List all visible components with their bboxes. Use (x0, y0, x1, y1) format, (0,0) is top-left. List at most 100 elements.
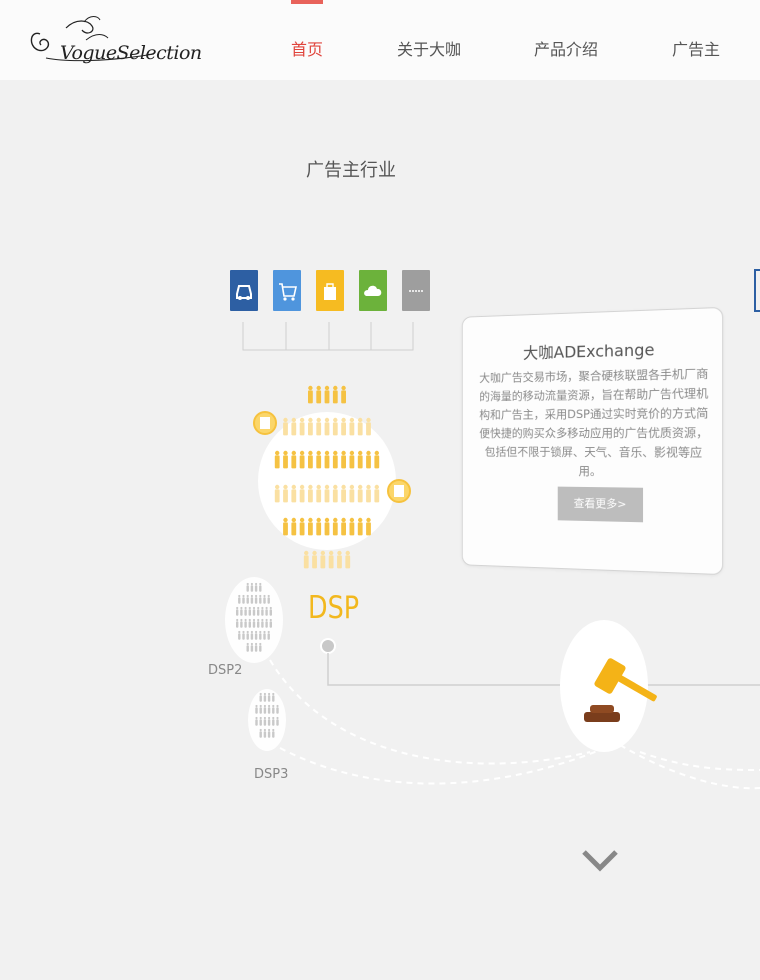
person-figure (260, 719, 262, 726)
person-figure (366, 489, 371, 502)
shopping-bag-icon[interactable] (316, 270, 344, 311)
person-figure (317, 518, 321, 522)
person-figure (247, 583, 249, 585)
person-figure (350, 489, 355, 502)
person-figure (240, 621, 242, 628)
person-figure (350, 455, 355, 468)
person-figure (272, 693, 274, 695)
person-figure (236, 619, 238, 621)
person-figure (358, 518, 362, 522)
person-figure (325, 451, 329, 455)
person-figure (260, 707, 262, 714)
person-figure (283, 489, 288, 502)
person-figure (238, 597, 240, 604)
person-figure (264, 695, 266, 702)
person-figure (255, 597, 257, 604)
person-figure (260, 729, 262, 731)
person-figure (260, 705, 262, 707)
person-figure (247, 597, 249, 604)
person-figure (272, 729, 274, 731)
person-figure (266, 619, 268, 621)
person-figure (350, 418, 354, 422)
person-figure (264, 707, 266, 714)
person-figure (268, 729, 270, 731)
person-figure (375, 485, 379, 489)
person-figure (259, 583, 261, 585)
person-figure (264, 705, 266, 707)
scroll-down-chevron-icon[interactable] (580, 846, 620, 876)
person-figure (253, 621, 255, 628)
person-figure (333, 451, 337, 455)
person-figure (263, 597, 265, 604)
person-figure (350, 451, 354, 455)
person-figure (240, 619, 242, 621)
person-figure (272, 705, 274, 707)
person-figure (257, 621, 259, 628)
person-figure (247, 633, 249, 640)
person-figure (300, 489, 305, 502)
person-figure (261, 619, 263, 621)
person-figure (238, 631, 240, 633)
person-figure (300, 422, 305, 435)
person-figure (341, 485, 345, 489)
person-figure (260, 717, 262, 719)
view-more-button[interactable]: 查看更多> (558, 487, 643, 523)
cloud-icon[interactable] (359, 270, 387, 311)
person-figure (247, 645, 249, 652)
person-figure (325, 455, 330, 468)
person-figure (275, 455, 280, 468)
person-figure (333, 489, 338, 502)
person-figure (240, 607, 242, 609)
person-figure (238, 633, 240, 640)
person-figure (308, 386, 312, 390)
person-figure (270, 607, 272, 609)
person-figure (316, 489, 321, 502)
person-figure (259, 645, 261, 652)
person-figure (249, 609, 251, 616)
ad-badge-icon (254, 412, 276, 434)
dsp-label: DSP (308, 590, 359, 626)
person-figure (333, 422, 338, 435)
person-figure (325, 485, 329, 489)
person-figure (275, 485, 279, 489)
person-figure (255, 705, 257, 707)
person-figure (260, 693, 262, 695)
person-figure (242, 597, 244, 604)
shopping-cart-icon[interactable] (273, 270, 301, 311)
person-figure (261, 621, 263, 628)
person-figure (251, 645, 253, 652)
person-figure (308, 390, 313, 403)
person-figure (251, 595, 253, 597)
person-figure (341, 390, 346, 403)
person-figure (317, 386, 321, 390)
person-figure (316, 455, 321, 468)
person-figure (253, 609, 255, 616)
person-figure (316, 522, 321, 535)
person-figure (268, 595, 270, 597)
person-figure (263, 631, 265, 633)
card-title: 大咖ADExchange (463, 334, 722, 365)
person-figure (366, 422, 371, 435)
person-figure (358, 522, 363, 535)
person-figure (268, 631, 270, 633)
person-figure (333, 455, 338, 468)
person-figure (265, 609, 267, 616)
person-figure (375, 451, 379, 455)
more-icon[interactable] (402, 270, 430, 311)
dsp-dashed-links (270, 660, 760, 788)
person-figure (270, 609, 272, 616)
person-figure (333, 485, 337, 489)
person-figure (264, 719, 266, 726)
person-figure (283, 518, 287, 522)
person-figure (291, 455, 296, 468)
car-icon[interactable] (230, 270, 258, 311)
card-description: 大咖广告交易市场，聚合硬核联盟各手机厂商的海量的移动流量资源，旨在帮助广告代理机… (476, 364, 713, 482)
person-figure (337, 555, 342, 568)
person-figure (366, 418, 370, 422)
person-figure (253, 607, 255, 609)
person-figure (320, 555, 325, 568)
person-figure (276, 717, 278, 719)
person-figure (345, 555, 350, 568)
person-figure (350, 422, 355, 435)
person-figure (238, 595, 240, 597)
